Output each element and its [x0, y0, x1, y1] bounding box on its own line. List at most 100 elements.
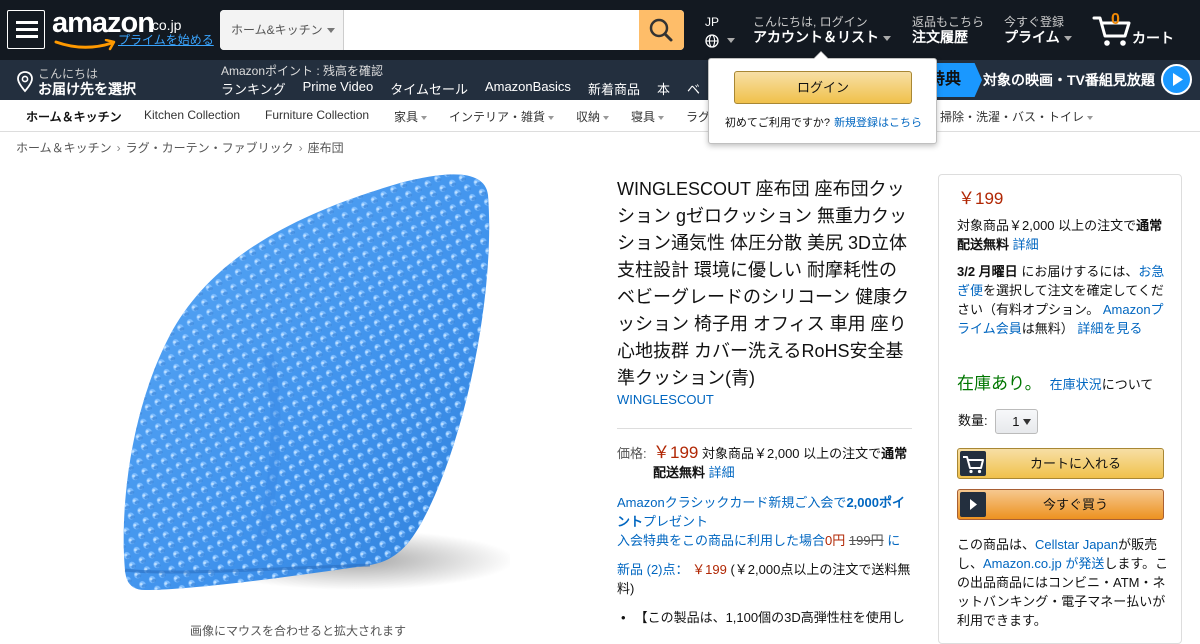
cart-button[interactable]: 0 カート: [1092, 10, 1182, 50]
first-time-text: 初めてご利用ですか?: [724, 117, 831, 129]
chevron-down-icon: [1023, 419, 1032, 425]
card-promo-link[interactable]: Amazonクラシックカード新規ご入会で2,000ポイントプレゼント 入会特典を…: [617, 493, 912, 550]
top-navbar: amazon .co.jp プライムを始める ホーム&キッチン JP こんにちは…: [0, 0, 1200, 60]
sub-nav-link-truncated[interactable]: ベ: [687, 79, 700, 98]
brand-link[interactable]: WINGLESCOUT: [617, 392, 714, 407]
product-image[interactable]: [100, 165, 510, 620]
prime-signup-label: 今すぐ登録: [1004, 15, 1065, 29]
prime-signup-link[interactable]: プライムを始める: [118, 31, 214, 48]
register-prompt: 初めてご利用ですか? 新規登録はこちら: [709, 114, 938, 130]
fulfilled-by-link[interactable]: Amazon.co.jp が発送: [983, 556, 1104, 571]
account-label: アカウント＆リスト: [753, 29, 879, 45]
login-popover: ログイン 初めてご利用ですか? 新規登録はこちら: [708, 51, 938, 144]
buybox-shipping-details-link[interactable]: 詳細: [1013, 237, 1039, 252]
search-button[interactable]: [639, 10, 684, 50]
add-to-cart-button[interactable]: カートに入れる: [957, 448, 1164, 479]
buy-now-button[interactable]: 今すぐ買う: [957, 489, 1164, 520]
location-pin-icon: [17, 71, 33, 93]
product-title: WINGLESCOUT 座布団 座布団クッション gゼロクッション 無重力クッシ…: [617, 179, 910, 388]
card-promo-original-price: 199円: [848, 533, 884, 548]
returns-label: 返品もこちら: [912, 15, 985, 29]
buybox-price: ￥199: [958, 189, 1004, 208]
sub-navbar: こんにちは お届け先を選択 Amazonポイント : 残高を確認 ランキング P…: [0, 60, 1200, 100]
breadcrumb-item[interactable]: 座布団: [308, 141, 344, 155]
chevron-down-icon: [658, 115, 665, 120]
breadcrumb: ホーム＆キッチン › ラグ・カーテン・ファブリック › 座布団: [16, 139, 344, 156]
breadcrumb-item[interactable]: ラグ・カーテン・ファブリック: [126, 141, 294, 155]
prime-label: プライム: [1004, 29, 1060, 45]
orders-label: 注文履歴: [912, 29, 968, 45]
category-furniture[interactable]: 家具: [394, 108, 428, 125]
account-greeting: こんにちは, ログイン: [753, 15, 868, 29]
search-category-select[interactable]: ホーム&キッチン: [220, 10, 344, 50]
globe-icon: [705, 33, 719, 48]
account-menu[interactable]: こんにちは, ログイン アカウント＆リスト: [753, 15, 891, 45]
quantity-row: 数量: 1: [958, 409, 1039, 434]
points-link[interactable]: Amazonポイント : 残高を確認: [221, 62, 383, 79]
prime-menu[interactable]: 今すぐ登録 プライム: [1004, 15, 1072, 45]
language-selector[interactable]: JP: [705, 15, 735, 48]
sub-nav-link-timesale[interactable]: タイムセール: [390, 79, 468, 98]
chevron-down-icon: [603, 115, 610, 120]
search-icon: [649, 18, 673, 42]
buy-now-label: 今すぐ買う: [1042, 497, 1108, 512]
smile-arrow-icon: [54, 39, 116, 51]
category-furniture-collection[interactable]: Furniture Collection: [265, 108, 369, 122]
amazon-logo[interactable]: amazon .co.jp プライムを始める: [52, 7, 214, 51]
deliver-to-button[interactable]: こんにちは お届け先を選択: [16, 65, 206, 97]
category-cleaning[interactable]: 掃除・洗濯・バス・トイレ: [940, 108, 1094, 125]
prime-video-promo[interactable]: 特典 対象の映画・TV番組見放題: [920, 60, 1200, 100]
quantity-value: 1: [1012, 414, 1020, 429]
chevron-down-icon: [1087, 115, 1094, 120]
stock-status-link[interactable]: 在庫状況: [1050, 377, 1102, 392]
chevron-down-icon: [421, 115, 428, 120]
shipping-details-link[interactable]: 詳細: [709, 465, 735, 480]
cart-label: カート: [1132, 30, 1174, 46]
category-home-kitchen[interactable]: ホーム＆キッチン: [26, 108, 122, 125]
category-bedding[interactable]: 寝具: [631, 108, 665, 125]
login-button[interactable]: ログイン: [734, 71, 912, 104]
chevron-down-icon: [548, 115, 555, 120]
promo-text: 対象の映画・TV番組見放題: [983, 72, 1155, 88]
category-storage[interactable]: 収納: [576, 108, 610, 125]
card-promo-text: 入会特典をこの商品に利用した場合: [617, 533, 826, 548]
buy-box: ￥199 対象商品￥2,000 以上の注文で通常配送無料 詳細 3/2 月曜日 …: [938, 174, 1182, 644]
card-promo-text: に: [887, 533, 901, 548]
search-category-label: ホーム&キッチン: [231, 23, 323, 37]
sub-nav-link-ranking[interactable]: ランキング: [221, 79, 286, 98]
search-bar: ホーム&キッチン: [220, 10, 684, 50]
sub-nav-link-new[interactable]: 新着商品: [588, 79, 640, 98]
sub-nav-link-amazonbasics[interactable]: AmazonBasics: [485, 79, 571, 98]
delivery-text: は無料）: [1021, 321, 1074, 336]
price-label: 価格:: [617, 446, 647, 461]
breadcrumb-item[interactable]: ホーム＆キッチン: [16, 141, 112, 155]
card-promo-price: 0円: [825, 533, 846, 548]
quantity-select[interactable]: 1: [995, 409, 1039, 434]
add-to-cart-label: カートに入れる: [1029, 456, 1121, 471]
orders-link[interactable]: 返品もこちら 注文履歴: [912, 15, 984, 45]
category-rugs[interactable]: ラグ: [686, 108, 710, 125]
register-link[interactable]: 新規登録はこちら: [834, 117, 922, 129]
category-interior[interactable]: インテリア・雑貨: [449, 108, 555, 125]
card-promo-text: プレゼント: [643, 514, 709, 529]
in-stock-label: 在庫あり。: [957, 374, 1042, 393]
delivery-date: 3/2 月曜日: [957, 264, 1018, 279]
seller-info: この商品は、Cellstar Japanが販売し、Amazon.co.jp が発…: [957, 535, 1171, 630]
popover-arrow: [813, 51, 829, 59]
search-input[interactable]: [344, 10, 639, 50]
sub-nav-link-books[interactable]: 本: [657, 79, 670, 98]
chevron-right-icon: ›: [116, 141, 121, 155]
sub-nav-link-prime-video[interactable]: Prime Video: [303, 79, 374, 98]
category-label: 掃除・洗濯・バス・トイレ: [940, 110, 1085, 124]
category-label: インテリア・雑貨: [449, 110, 546, 124]
category-kitchen-collection[interactable]: Kitchen Collection: [144, 108, 240, 122]
buybox-shipping: 対象商品￥2,000 以上の注文で通常配送無料 詳細: [957, 216, 1167, 254]
play-icon: [1161, 64, 1192, 95]
menu-icon[interactable]: [7, 10, 45, 49]
seller-link[interactable]: Cellstar Japan: [1035, 537, 1118, 552]
category-bar: ホーム＆キッチン Kitchen Collection Furniture Co…: [0, 100, 1200, 132]
image-zoom-hint: 画像にマウスを合わせると拡大されます: [190, 624, 407, 638]
delivery-details-link[interactable]: 詳細を見る: [1077, 321, 1142, 336]
divider: [617, 428, 912, 429]
new-offers-link[interactable]: 新品 (2)点：: [617, 562, 689, 577]
